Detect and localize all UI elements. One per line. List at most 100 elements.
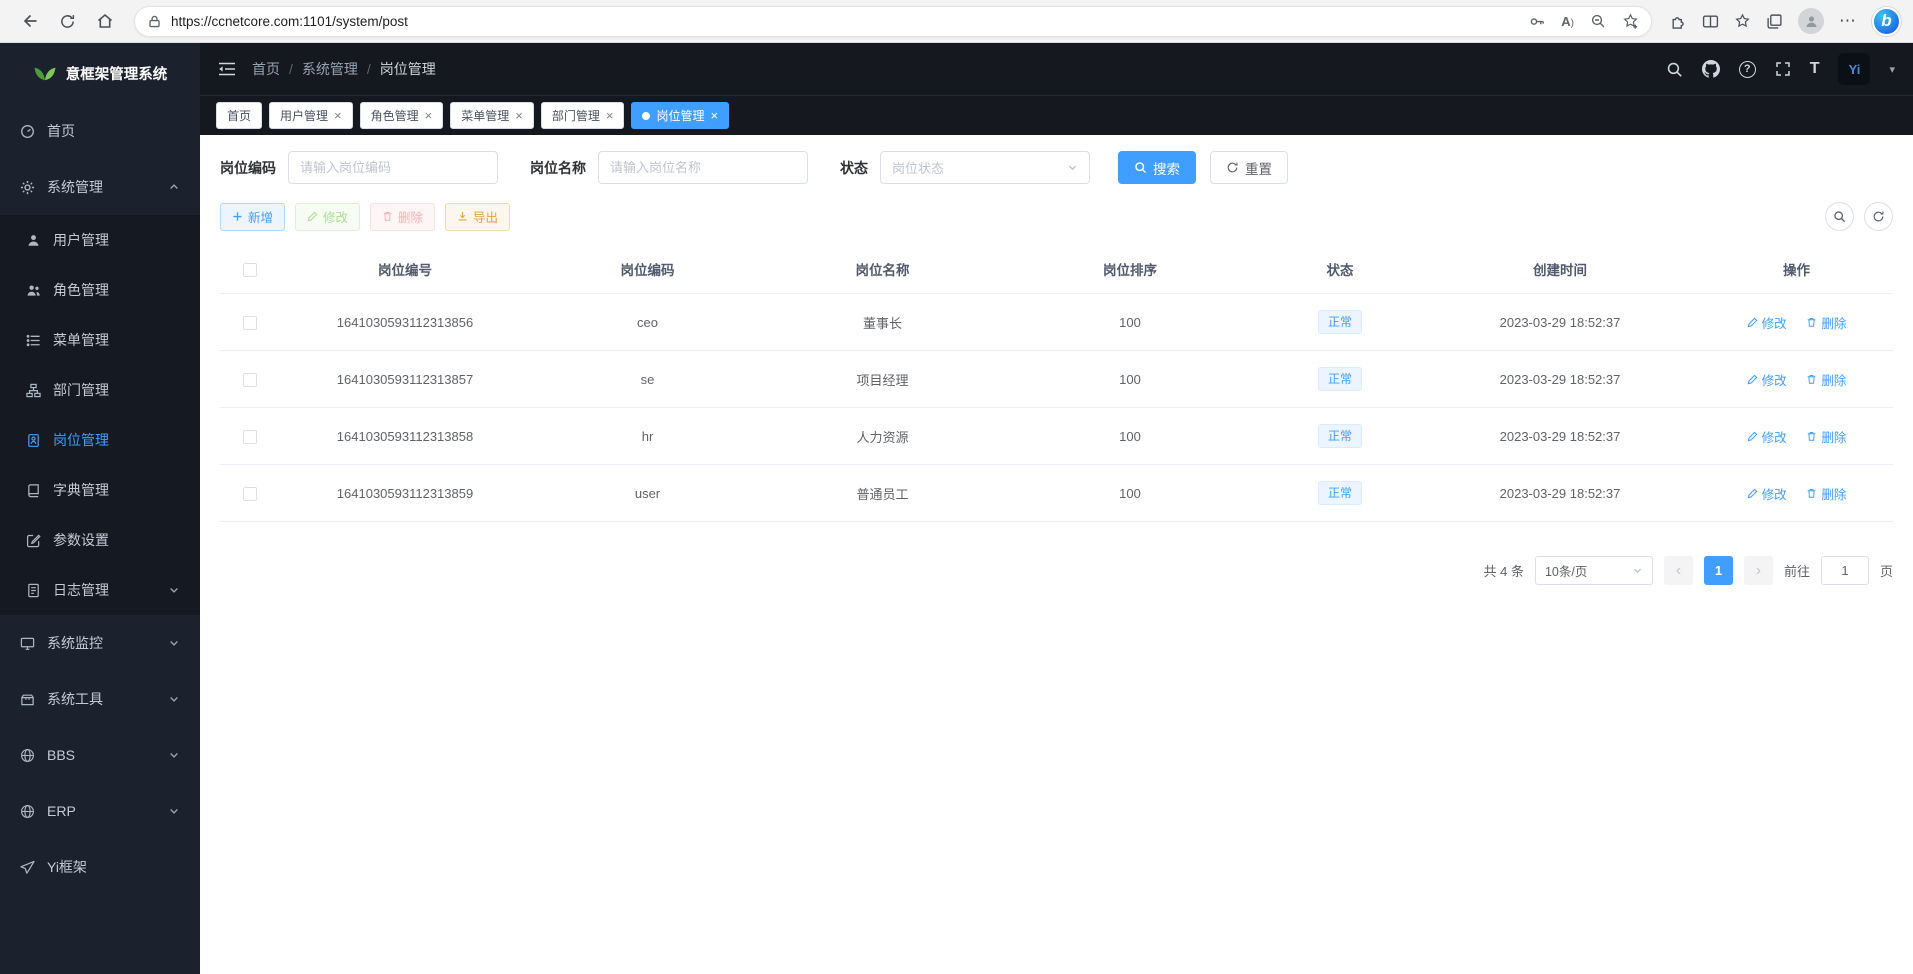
extensions-puzzle-icon[interactable] <box>1670 13 1687 30</box>
tab-home[interactable]: 首页 <box>216 102 262 129</box>
cell-created: 2023-03-29 18:52:37 <box>1420 408 1700 465</box>
avatar-caret-icon[interactable]: ▾ <box>1889 63 1895 76</box>
pagination: 共 4 条 10条/页 ‹ 1 › 前往 页 <box>220 556 1893 585</box>
header-search-button[interactable] <box>1666 61 1683 78</box>
close-icon[interactable]: × <box>425 109 433 122</box>
sidebar-item-system-tools[interactable]: 系统工具 <box>0 671 200 727</box>
goto-page-input[interactable] <box>1821 556 1869 585</box>
add-favorite-star-icon[interactable] <box>1622 13 1639 30</box>
collections-icon[interactable] <box>1766 13 1783 30</box>
sidebar-item-dict-management[interactable]: 字典管理 <box>0 465 200 515</box>
row-delete-link[interactable]: 删除 <box>1806 313 1846 332</box>
sidebar-item-erp[interactable]: ERP <box>0 783 200 839</box>
sidebar-item-menu-management[interactable]: 菜单管理 <box>0 315 200 365</box>
close-icon[interactable]: × <box>334 109 342 122</box>
page-size-select[interactable]: 10条/页 <box>1535 556 1653 585</box>
url-text[interactable]: https://ccnetcore.com:1101/system/post <box>171 14 1529 29</box>
row-delete-link[interactable]: 删除 <box>1806 484 1846 503</box>
edit-square-icon <box>26 533 41 548</box>
monitor-icon <box>20 636 35 651</box>
sidebar-item-dept-management[interactable]: 部门管理 <box>0 365 200 415</box>
tab-menu-management[interactable]: 菜单管理 × <box>450 102 534 129</box>
sidebar-item-user-management[interactable]: 用户管理 <box>0 215 200 265</box>
sidebar-item-log-management[interactable]: 日志管理 <box>0 565 200 615</box>
sidebar-item-role-management[interactable]: 角色管理 <box>0 265 200 315</box>
app-logo[interactable]: 意框架管理系统 <box>0 43 200 103</box>
cell-post-code: user <box>530 465 765 522</box>
chevron-down-icon <box>168 749 180 761</box>
read-aloud-icon[interactable]: A) <box>1561 14 1574 29</box>
sidebar-item-post-management[interactable]: 岗位管理 <box>0 415 200 465</box>
address-bar[interactable]: https://ccnetcore.com:1101/system/post A… <box>134 6 1652 37</box>
status-select[interactable]: 岗位状态 <box>880 151 1090 184</box>
post-code-input[interactable] <box>300 160 486 175</box>
github-link-button[interactable] <box>1702 60 1720 78</box>
browser-profile-avatar[interactable] <box>1798 8 1824 34</box>
cell-created: 2023-03-29 18:52:37 <box>1420 351 1700 408</box>
goto-label: 前往 <box>1784 561 1810 580</box>
fullscreen-button[interactable] <box>1775 61 1791 77</box>
sidebar-item-system-management[interactable]: 系统管理 <box>0 159 200 215</box>
browser-menu-button[interactable]: ⋯ <box>1839 11 1857 31</box>
row-edit-link[interactable]: 修改 <box>1747 370 1787 389</box>
chevron-down-icon <box>1632 565 1643 576</box>
next-page-button[interactable]: › <box>1744 556 1773 585</box>
sidebar-item-parameter-settings[interactable]: 参数设置 <box>0 515 200 565</box>
reset-button[interactable]: 重置 <box>1210 151 1288 184</box>
browser-back-button[interactable] <box>12 4 46 38</box>
page-number-button[interactable]: 1 <box>1704 556 1733 585</box>
post-code-label: 岗位编码 <box>220 158 276 178</box>
close-icon[interactable]: × <box>606 109 614 122</box>
row-checkbox[interactable] <box>243 316 257 330</box>
tab-user-management[interactable]: 用户管理 × <box>269 102 353 129</box>
password-key-icon[interactable] <box>1529 13 1545 29</box>
breadcrumb-system[interactable]: 系统管理 <box>302 59 358 79</box>
split-screen-icon[interactable] <box>1702 13 1719 30</box>
col-created: 创建时间 <box>1420 245 1700 294</box>
row-edit-link[interactable]: 修改 <box>1747 484 1787 503</box>
favorites-star-icon[interactable] <box>1734 13 1751 30</box>
sidebar-collapse-button[interactable] <box>218 61 236 77</box>
user-avatar[interactable]: Yi <box>1838 53 1870 85</box>
browser-home-button[interactable] <box>88 4 122 38</box>
zoom-icon[interactable] <box>1590 13 1606 29</box>
search-button[interactable]: 搜索 <box>1118 151 1196 184</box>
post-name-input[interactable] <box>610 160 796 175</box>
bing-copilot-icon[interactable]: b <box>1872 7 1901 36</box>
tab-post-management[interactable]: 岗位管理 × <box>631 102 729 129</box>
tab-dept-management[interactable]: 部门管理 × <box>541 102 625 129</box>
row-checkbox[interactable] <box>243 487 257 501</box>
sidebar-item-system-monitor[interactable]: 系统监控 <box>0 615 200 671</box>
sidebar-item-bbs[interactable]: BBS <box>0 727 200 783</box>
row-checkbox[interactable] <box>243 373 257 387</box>
sidebar-item-home[interactable]: 首页 <box>0 103 200 159</box>
row-checkbox[interactable] <box>243 430 257 444</box>
help-button[interactable]: ? <box>1739 61 1756 78</box>
refresh-table-button[interactable] <box>1864 202 1893 231</box>
close-icon[interactable]: × <box>515 109 523 122</box>
globe-icon <box>20 804 35 819</box>
post-table: 岗位编号 岗位编码 岗位名称 岗位排序 状态 创建时间 操作 164103059… <box>220 245 1893 522</box>
paper-plane-icon <box>20 860 35 875</box>
row-edit-link[interactable]: 修改 <box>1747 427 1787 446</box>
row-edit-link[interactable]: 修改 <box>1747 313 1787 332</box>
edit-button[interactable]: 修改 <box>295 203 360 231</box>
font-size-button[interactable]: T <box>1810 60 1820 78</box>
prev-page-button[interactable]: ‹ <box>1664 556 1693 585</box>
post-name-label: 岗位名称 <box>530 158 586 178</box>
browser-refresh-button[interactable] <box>50 4 84 38</box>
row-delete-link[interactable]: 删除 <box>1806 370 1846 389</box>
breadcrumb-home[interactable]: 首页 <box>252 59 280 79</box>
site-info-lock-icon[interactable] <box>147 14 162 29</box>
select-all-checkbox[interactable] <box>243 263 257 277</box>
delete-button[interactable]: 删除 <box>370 203 435 231</box>
tab-role-management[interactable]: 角色管理 × <box>360 102 444 129</box>
close-icon[interactable]: × <box>710 109 718 122</box>
row-delete-link[interactable]: 删除 <box>1806 427 1846 446</box>
toolbox-icon <box>20 692 35 707</box>
back-icon <box>20 12 38 30</box>
export-button[interactable]: 导出 <box>445 203 510 231</box>
toggle-search-button[interactable] <box>1825 202 1854 231</box>
add-button[interactable]: 新增 <box>220 203 285 231</box>
sidebar-item-yi-framework[interactable]: Yi框架 <box>0 839 200 895</box>
